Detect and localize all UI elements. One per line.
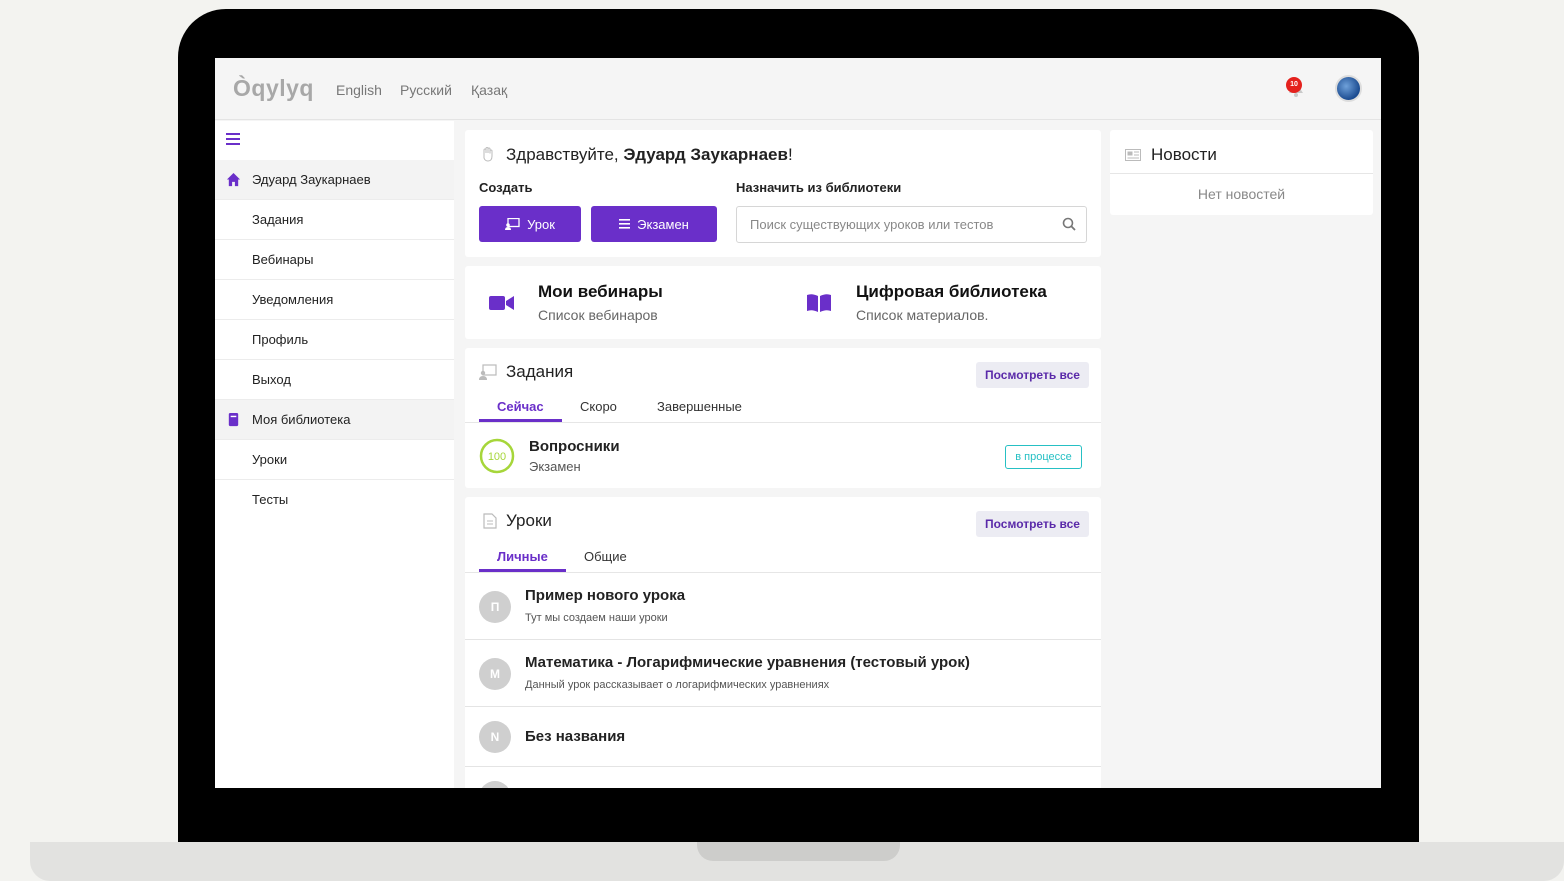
menu-toggle-icon[interactable] — [226, 133, 240, 145]
create-exam-button[interactable]: Экзамен — [591, 206, 717, 242]
progress-ring: 100 — [479, 438, 515, 474]
lesson-title: Пример нового урока — [525, 587, 686, 604]
webinars-title: Мои вебинары — [538, 282, 663, 301]
lesson-avatar: М — [479, 658, 511, 690]
lessons-card: Уроки Посмотреть все Личные Общие П Прим… — [465, 497, 1101, 788]
list-item[interactable] — [465, 767, 1101, 788]
task-title: Вопросники — [529, 438, 620, 455]
news-card: Новости Нет новостей — [1110, 130, 1373, 215]
sidebar-item-label: Профиль — [252, 332, 309, 347]
sidebar-item-webinars[interactable]: Вебинары — [215, 240, 454, 280]
create-lesson-button[interactable]: Урок — [479, 206, 581, 242]
lesson-icon — [505, 218, 520, 230]
sidebar-item-lessons[interactable]: Уроки — [215, 440, 454, 480]
sidebar-item-label: Выход — [252, 372, 291, 387]
list-item[interactable]: П Пример нового урока Тут мы создаем наш… — [465, 573, 1101, 640]
search-icon[interactable] — [1062, 217, 1076, 231]
tab-shared[interactable]: Общие — [584, 549, 627, 564]
sidebar-item-label: Вебинары — [252, 252, 314, 267]
lesson-description: Данный урок рассказывает о логарифмическ… — [525, 679, 830, 691]
lessons-title: Уроки — [506, 511, 552, 530]
laptop-notch — [697, 842, 900, 861]
news-empty-text: Нет новостей — [1197, 186, 1286, 202]
quick-links-card: Мои вебинары Список вебинаров Цифровая б… — [465, 266, 1101, 339]
greeting-text: Здравствуйте, Эдуард Заукарнаев! — [506, 145, 793, 164]
assign-label: Назначить из библиотеки — [736, 180, 902, 195]
sidebar-item-profile-home[interactable]: Эдуард Заукарнаев — [215, 160, 454, 200]
newspaper-icon — [1125, 149, 1141, 161]
lang-kazakh[interactable]: Қазақ — [471, 82, 507, 98]
sidebar: Эдуард Заукарнаев Задания Вебинары Уведо… — [215, 121, 454, 788]
video-camera-icon — [489, 296, 514, 310]
tasks-title: Задания — [506, 362, 574, 381]
sidebar-item-tasks[interactable]: Задания — [215, 200, 454, 240]
assignment-icon — [479, 364, 497, 380]
user-avatar[interactable] — [1335, 75, 1362, 102]
lesson-avatar: N — [479, 721, 511, 753]
sidebar-item-label: Задания — [252, 212, 304, 227]
list-item[interactable]: N Без названия — [465, 707, 1101, 767]
list-item[interactable]: М Математика - Логарифмические уравнения… — [465, 640, 1101, 707]
app-screen: Òqylyq English Русский Қазақ 10 Эдуард З… — [215, 58, 1381, 788]
sidebar-item-label: Уведомления — [252, 292, 334, 307]
sidebar-item-label: Эдуард Заукарнаев — [252, 172, 371, 187]
tasks-see-all-button[interactable]: Посмотреть все — [976, 362, 1089, 388]
greeting-card: Здравствуйте, Эдуард Заукарнаев! Создать… — [465, 130, 1101, 257]
create-label: Создать — [479, 180, 533, 195]
lessons-see-all-button[interactable]: Посмотреть все — [976, 511, 1089, 537]
tab-soon[interactable]: Скоро — [580, 399, 617, 414]
sidebar-item-label: Тесты — [252, 492, 289, 507]
hand-wave-icon — [483, 146, 493, 162]
list-icon — [619, 219, 631, 229]
tasks-card: Задания Посмотреть все Сейчас Скоро Заве… — [465, 348, 1101, 488]
tab-completed[interactable]: Завершенные — [657, 399, 742, 414]
library-title: Цифровая библиотека — [856, 282, 1047, 301]
user-name: Эдуард Заукарнаев — [623, 145, 788, 164]
tab-personal[interactable]: Личные — [497, 549, 548, 564]
home-icon — [226, 172, 241, 187]
sidebar-item-label: Уроки — [252, 452, 288, 467]
sidebar-item-profile[interactable]: Профиль — [215, 320, 454, 360]
svg-text:100: 100 — [488, 451, 506, 463]
sidebar-item-label: Моя библиотека — [252, 412, 351, 427]
document-icon — [483, 513, 497, 529]
library-subtitle: Список материалов. — [856, 307, 989, 323]
status-badge: в процессе — [1005, 445, 1082, 469]
sidebar-item-notifications[interactable]: Уведомления — [215, 280, 454, 320]
task-type: Экзамен — [529, 459, 581, 474]
top-bar: Òqylyq English Русский Қазақ 10 — [215, 58, 1381, 120]
sidebar-item-my-library[interactable]: Моя библиотека — [215, 400, 454, 440]
news-title: Новости — [1151, 145, 1217, 164]
divider — [1110, 173, 1373, 174]
sidebar-item-logout[interactable]: Выход — [215, 360, 454, 400]
lesson-title: Без названия — [525, 728, 626, 745]
library-search-input[interactable] — [736, 206, 1087, 243]
open-book-icon — [807, 294, 831, 312]
lesson-avatar: П — [479, 591, 511, 623]
lang-russian[interactable]: Русский — [400, 82, 452, 98]
tab-now[interactable]: Сейчас — [497, 399, 544, 414]
app-logo[interactable]: Òqylyq — [233, 75, 314, 102]
lesson-title: Математика - Логарифмические уравнения (… — [525, 654, 970, 671]
lesson-description: Тут мы создаем наши уроки — [525, 612, 668, 624]
notification-badge: 10 — [1286, 77, 1302, 93]
lang-english[interactable]: English — [336, 82, 382, 98]
webinars-subtitle: Список вебинаров — [538, 307, 658, 323]
sidebar-item-tests[interactable]: Тесты — [215, 480, 454, 520]
lesson-avatar — [479, 781, 511, 788]
divider — [465, 422, 1101, 423]
book-icon — [228, 412, 239, 427]
